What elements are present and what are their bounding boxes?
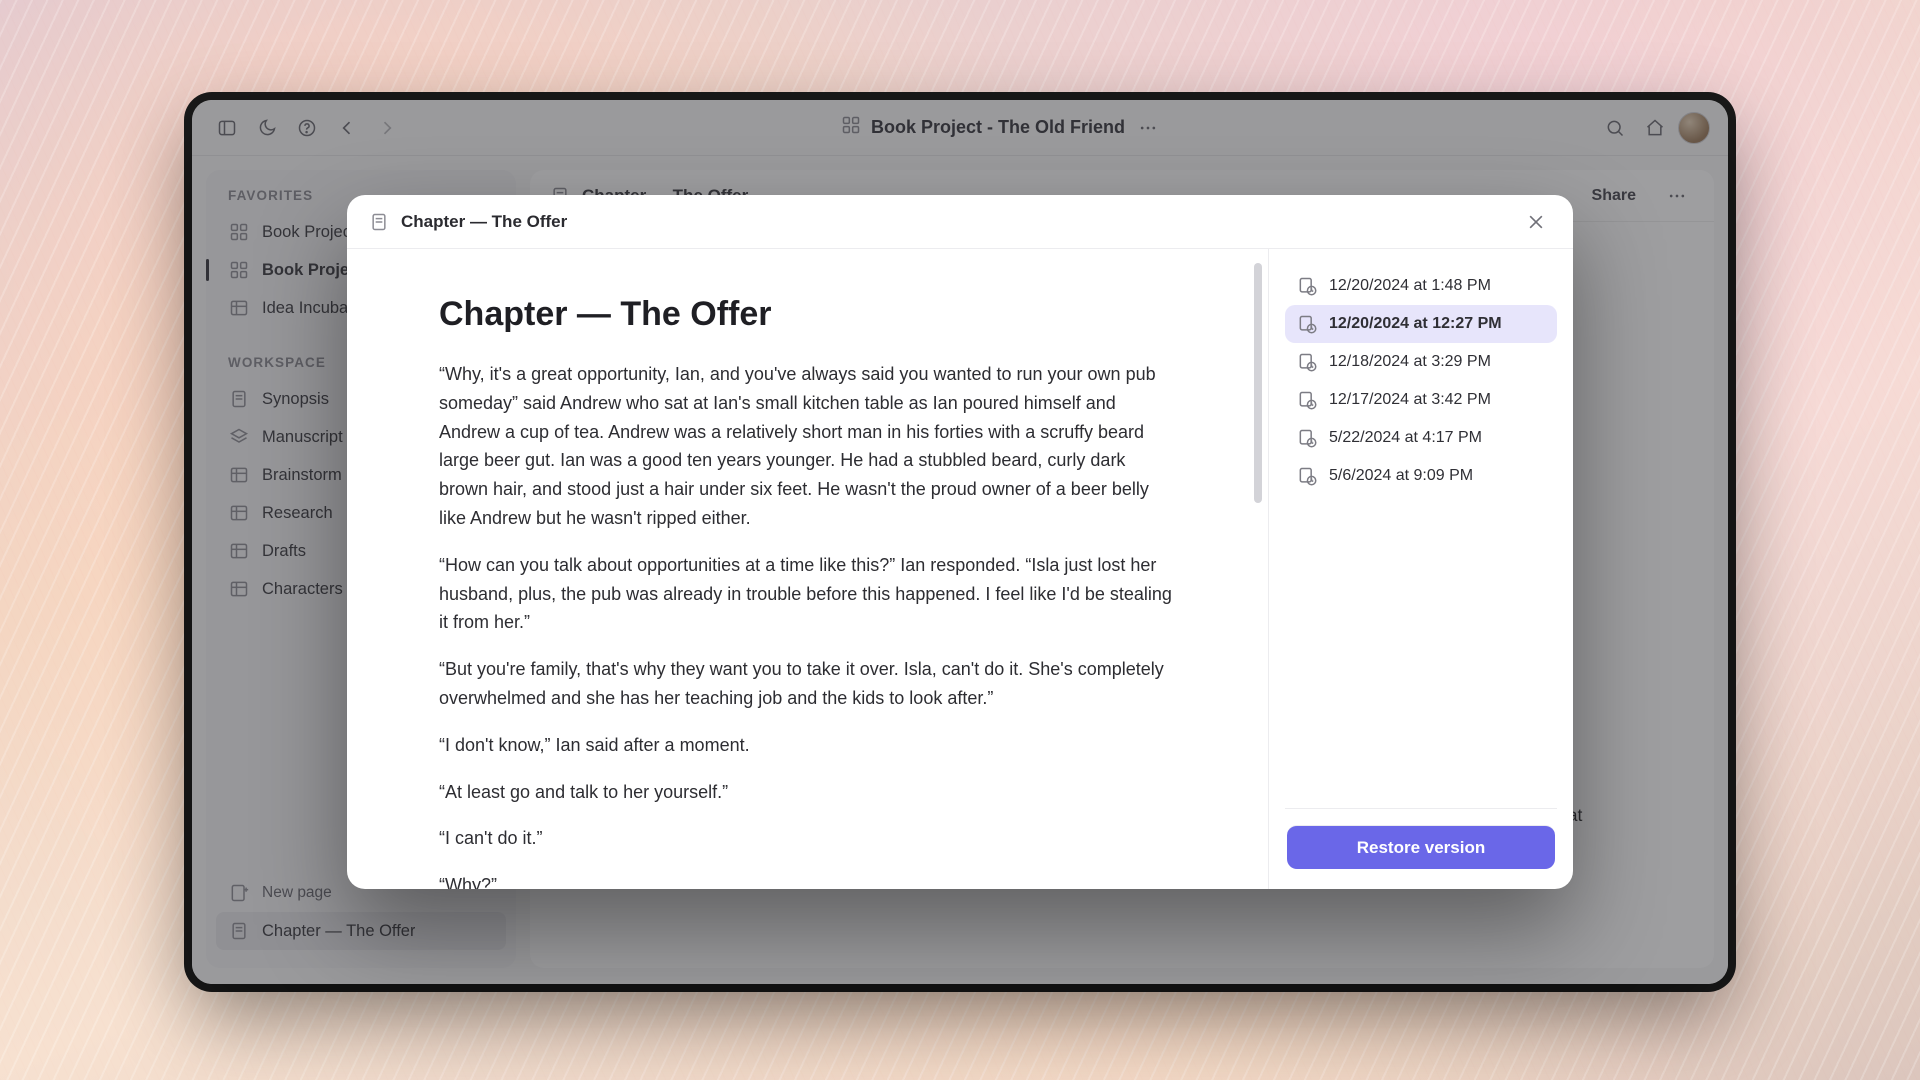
version-label: 12/20/2024 at 12:27 PM (1329, 315, 1502, 333)
content-paragraph: “I don't know,” Ian said after a moment. (439, 731, 1178, 760)
history-icon (1297, 428, 1317, 448)
version-label: 12/20/2024 at 1:48 PM (1329, 277, 1491, 295)
doc-icon (369, 212, 389, 232)
version-label: 5/22/2024 at 4:17 PM (1329, 429, 1482, 447)
version-row[interactable]: 5/6/2024 at 9:09 PM (1285, 457, 1557, 495)
version-label: 12/18/2024 at 3:29 PM (1329, 353, 1491, 371)
version-label: 12/17/2024 at 3:42 PM (1329, 391, 1491, 409)
version-content: Chapter — The Offer “Why, it's a great o… (347, 249, 1269, 889)
content-paragraph: “Why, it's a great opportunity, Ian, and… (439, 360, 1178, 533)
close-button[interactable] (1521, 207, 1551, 237)
version-row[interactable]: 5/22/2024 at 4:17 PM (1285, 419, 1557, 457)
restore-version-button[interactable]: Restore version (1287, 825, 1555, 869)
content-paragraph: “At least go and talk to her yourself.” (439, 778, 1178, 807)
versions-panel: 12/20/2024 at 1:48 PM 12/20/2024 at 12:27… (1269, 249, 1573, 889)
content-paragraph: “But you're family, that's why they want… (439, 655, 1178, 713)
content-paragraph: “Why?” (439, 871, 1178, 889)
history-icon (1297, 390, 1317, 410)
version-label: 5/6/2024 at 9:09 PM (1329, 467, 1473, 485)
content-scrollbar[interactable] (1254, 263, 1262, 503)
version-row[interactable]: 12/20/2024 at 1:48 PM (1285, 267, 1557, 305)
content-title: Chapter — The Offer (439, 295, 1178, 334)
version-row[interactable]: 12/17/2024 at 3:42 PM (1285, 381, 1557, 419)
content-paragraph: “I can't do it.” (439, 824, 1178, 853)
version-row[interactable]: 12/20/2024 at 12:27 PM (1285, 305, 1557, 343)
modal-title: Chapter — The Offer (401, 212, 567, 232)
version-history-modal: Chapter — The Offer Chapter — The Offer … (347, 195, 1573, 889)
history-icon (1297, 276, 1317, 296)
version-row[interactable]: 12/18/2024 at 3:29 PM (1285, 343, 1557, 381)
content-paragraph: “How can you talk about opportunities at… (439, 551, 1178, 637)
history-icon (1297, 466, 1317, 486)
modal-header: Chapter — The Offer (347, 195, 1573, 249)
history-icon (1297, 314, 1317, 334)
history-icon (1297, 352, 1317, 372)
